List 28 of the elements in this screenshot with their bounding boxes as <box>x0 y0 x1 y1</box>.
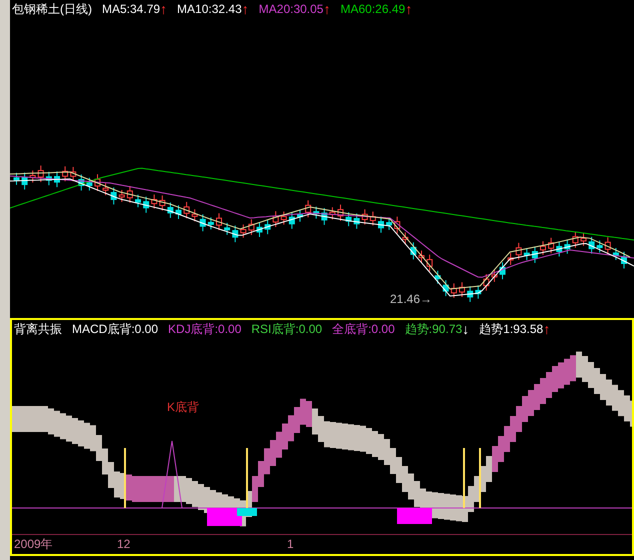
indicator-label: RSI底背:0.00 <box>251 321 322 338</box>
signal-line <box>463 448 465 508</box>
time-axis-label: 2009年 <box>14 536 53 552</box>
indicator-label: MA60:26.49 <box>340 1 406 18</box>
indicator-label: MACD底背:0.00 <box>72 321 158 338</box>
signal-line <box>479 448 481 508</box>
indicator-label: 趋势1:93.58 <box>479 321 544 338</box>
indicator-label: 全底背:0.00 <box>332 321 395 338</box>
indicator-label: KDJ底背:0.00 <box>168 321 242 338</box>
signal-line <box>124 448 126 508</box>
time-axis-label: 1 <box>287 536 294 552</box>
trend-arrow: ↑ <box>160 2 168 16</box>
histogram-block <box>397 508 432 524</box>
stock-title: 包钢稀土(日线) <box>12 1 92 18</box>
trend-arrow: ↑ <box>543 322 550 336</box>
time-axis-label: 12 <box>117 536 130 552</box>
annotation-label: K底背 <box>167 399 200 416</box>
low-price-marker: 21.46→ <box>390 291 432 308</box>
trend-arrow: ↑ <box>405 2 412 16</box>
indicator-label: MA10:32.43 <box>177 1 242 18</box>
trend-arrow: ↑ <box>242 2 249 16</box>
indicator-label: MA5:34.79 <box>102 1 160 18</box>
indicator-label: MA20:30.05 <box>258 1 324 18</box>
signal-line <box>246 448 248 508</box>
trend-arrow: ↑ <box>323 2 330 16</box>
panel-title: 背离共振 <box>14 321 62 338</box>
trend-arrow: ↓ <box>462 322 470 336</box>
indicator-label: 趋势:90.73 <box>404 321 462 338</box>
